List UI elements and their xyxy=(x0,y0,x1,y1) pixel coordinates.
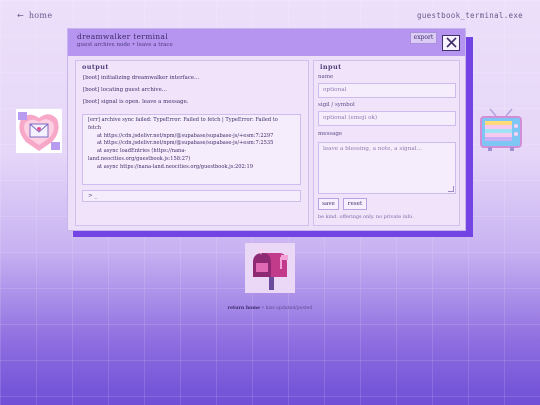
name-field[interactable]: optional xyxy=(318,83,456,98)
footer-tail: kiss updated/posted xyxy=(265,306,313,311)
envelope-heart-sticker[interactable] xyxy=(16,109,62,157)
window-title: dreamwalker terminal xyxy=(77,32,168,41)
error-line: at async https://nana-land.neocities.org… xyxy=(97,163,253,170)
return-home-link[interactable]: return home xyxy=(228,306,260,311)
sigil-label: sigil / symbol xyxy=(318,102,355,108)
error-log: [err] archive sync failed: TypeError: Fa… xyxy=(82,114,301,185)
output-panel: output [boot] initializing dreamwalker i… xyxy=(75,60,309,226)
home-link-label: home xyxy=(28,11,53,20)
terminal-window: dreamwalker terminal guest archive node … xyxy=(67,28,466,231)
site-name: guestbook_terminal.exe xyxy=(417,11,523,20)
output-line: [boot] locating guest archive... xyxy=(83,87,167,93)
input-note: be kind. offerings only. no private info… xyxy=(318,214,414,220)
back-arrow-icon: ← xyxy=(17,11,25,20)
name-label: name xyxy=(318,74,334,80)
envelope-heart-icon xyxy=(16,109,62,153)
error-line: land.neocities.org/guestbook.js:158:27) xyxy=(88,155,191,162)
save-button[interactable]: save xyxy=(318,198,339,210)
footer: return home • kiss updated/posted xyxy=(0,306,540,311)
input-heading: input xyxy=(320,63,342,71)
error-line: [err] archive sync failed: TypeError: Fa… xyxy=(88,117,278,123)
mailbox-icon xyxy=(245,243,295,293)
close-icon xyxy=(445,37,457,48)
mailbox-sticker[interactable] xyxy=(245,243,295,297)
window-subtitle: guest archive node • leave a trace xyxy=(77,42,173,48)
home-link[interactable]: ← home xyxy=(17,11,52,20)
error-line: at async loadEntries (https://nana- xyxy=(97,148,187,155)
output-heading: output xyxy=(82,63,109,71)
sigil-field[interactable]: optional (emoji ok) xyxy=(318,111,456,126)
error-line: fetch xyxy=(88,124,102,131)
resize-grip-icon[interactable] xyxy=(448,186,454,192)
window-titlebar: dreamwalker terminal guest archive node … xyxy=(68,29,465,56)
retro-tv-sticker[interactable] xyxy=(478,108,524,158)
retro-tv-icon xyxy=(480,108,522,151)
message-placeholder: leave a blessing, a note, a signal... xyxy=(323,146,422,152)
message-field[interactable]: leave a blessing, a note, a signal... xyxy=(318,142,456,194)
reset-button[interactable]: reset xyxy=(343,198,367,210)
output-line: [boot] initializing dreamwalker interfac… xyxy=(83,75,200,81)
message-label: message xyxy=(318,131,343,137)
export-button[interactable]: export xyxy=(410,32,437,44)
output-line: [boot] signal is open. leave a message. xyxy=(83,99,189,105)
close-button[interactable] xyxy=(442,35,460,51)
input-panel: input name optional sigil / symbol optio… xyxy=(313,60,460,226)
command-prompt[interactable]: > _ xyxy=(82,190,301,202)
